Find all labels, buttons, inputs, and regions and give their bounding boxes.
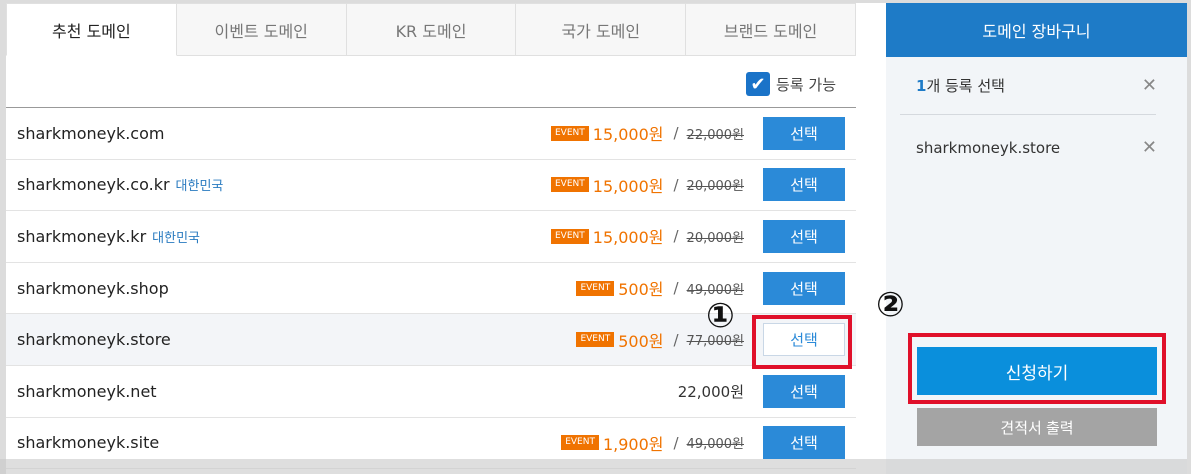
price-separator: / — [673, 330, 679, 349]
price-separator: / — [673, 227, 679, 246]
available-filter[interactable]: ✔ 등록 가능 — [746, 72, 836, 96]
cart-count-row: 1개 등록 선택 ✕ — [916, 75, 1157, 96]
domain-text: sharkmoneyk.shop — [17, 278, 169, 298]
domain-text: sharkmoneyk.site — [17, 433, 160, 453]
select-button[interactable]: 선택 — [763, 271, 845, 305]
original-price: 49,000원 — [686, 437, 744, 453]
domain-text: sharkmoneyk.net — [17, 381, 157, 401]
sale-price: 15,000원 — [592, 228, 664, 248]
price-separator: / — [673, 279, 679, 298]
event-badge: EVENT — [551, 177, 589, 193]
price-group: EVENT 15,000원 / 22,000원 — [551, 121, 744, 145]
price-separator: / — [673, 124, 679, 143]
country-tag: 대한민국 — [152, 230, 200, 246]
domain-name: sharkmoneyk.kr 대한민국 — [17, 227, 200, 246]
regular-price: 22,000원 — [677, 382, 744, 401]
event-badge: EVENT — [551, 228, 589, 244]
price-group: EVENT 15,000원 / 20,000원 — [551, 173, 744, 197]
sale-price: 15,000원 — [592, 125, 664, 145]
tab-recommended[interactable]: 추천 도메인 — [6, 4, 177, 56]
domain-text: sharkmoneyk.com — [17, 123, 165, 143]
price-group: 22,000원 — [678, 381, 744, 402]
sale-price: 500원 — [618, 331, 664, 351]
event-badge: EVENT — [576, 280, 615, 296]
cart-count-number: 1 — [916, 77, 927, 95]
price-group: EVENT 1,900원 / 49,000원 — [561, 431, 744, 455]
domain-text: sharkmoneyk.kr — [17, 226, 147, 246]
domain-name: sharkmoneyk.shop — [17, 279, 169, 298]
highlight-box-step2 — [908, 333, 1166, 404]
domain-row: sharkmoneyk.com EVENT 15,000원 / 22,000원 … — [6, 108, 856, 160]
select-button[interactable]: 선택 — [763, 374, 845, 408]
event-badge: EVENT — [551, 125, 589, 141]
tab-event[interactable]: 이벤트 도메인 — [176, 4, 347, 56]
domain-name: sharkmoneyk.store — [17, 330, 171, 349]
sale-price: 1,900원 — [602, 434, 664, 454]
domain-tabs: 추천 도메인 이벤트 도메인 KR 도메인 국가 도메인 브랜드 도메인 — [6, 3, 856, 56]
event-badge: EVENT — [561, 435, 599, 451]
domain-name: sharkmoneyk.co.kr 대한민국 — [17, 175, 223, 194]
domain-text: sharkmoneyk.co.kr — [17, 175, 170, 195]
tab-kr[interactable]: KR 도메인 — [346, 4, 517, 56]
domain-name: sharkmoneyk.net — [17, 382, 157, 401]
select-button[interactable]: 선택 — [763, 219, 845, 253]
select-button[interactable]: 선택 — [763, 426, 845, 460]
original-price: 49,000원 — [686, 282, 744, 298]
step2-marker: ② — [876, 285, 905, 325]
available-filter-label: 등록 가능 — [776, 75, 836, 94]
frame-bottom — [0, 459, 1191, 474]
domain-name: sharkmoneyk.site — [17, 433, 159, 452]
original-price: 20,000원 — [686, 179, 744, 195]
price-separator: / — [673, 433, 679, 452]
cart-divider — [900, 114, 1156, 115]
cart-title: 도메인 장바구니 — [886, 3, 1187, 57]
tab-brand[interactable]: 브랜드 도메인 — [686, 4, 856, 56]
domain-text: sharkmoneyk.store — [17, 330, 171, 350]
frame-right — [1187, 0, 1191, 474]
cart-item: sharkmoneyk.store ✕ — [916, 137, 1157, 158]
step1-marker: ① — [706, 296, 735, 336]
domain-row: sharkmoneyk.kr 대한민국 EVENT 15,000원 / 20,00… — [6, 211, 856, 263]
cart-count-text: 개 등록 선택 — [926, 77, 1005, 95]
cart-item-domain: sharkmoneyk.store — [916, 138, 1061, 157]
select-button[interactable]: 선택 — [763, 116, 845, 150]
sale-price: 500원 — [618, 280, 664, 300]
domain-list: sharkmoneyk.com EVENT 15,000원 / 22,000원 … — [6, 108, 856, 470]
print-quote-button[interactable]: 견적서 출력 — [917, 408, 1157, 446]
checkbox-checked-icon[interactable]: ✔ — [746, 72, 771, 96]
clear-all-icon[interactable]: ✕ — [1142, 75, 1157, 96]
highlight-box-step1 — [752, 315, 852, 369]
country-tag: 대한민국 — [175, 179, 224, 195]
price-group: EVENT 15,000원 / 20,000원 — [551, 224, 744, 248]
sale-price: 15,000원 — [592, 176, 664, 196]
domain-name: sharkmoneyk.com — [17, 124, 164, 143]
domain-row: sharkmoneyk.co.kr 대한민국 EVENT 15,000원 / 20… — [6, 160, 856, 212]
domain-row: sharkmoneyk.net 22,000원 선택 — [6, 366, 856, 418]
event-badge: EVENT — [576, 332, 615, 348]
remove-item-icon[interactable]: ✕ — [1142, 137, 1157, 158]
price-separator: / — [673, 175, 679, 194]
original-price: 20,000원 — [686, 230, 744, 246]
cart-count: 1개 등록 선택 — [916, 75, 1005, 96]
tab-country[interactable]: 국가 도메인 — [516, 4, 687, 56]
select-button[interactable]: 선택 — [763, 168, 845, 202]
original-price: 22,000원 — [686, 127, 744, 143]
